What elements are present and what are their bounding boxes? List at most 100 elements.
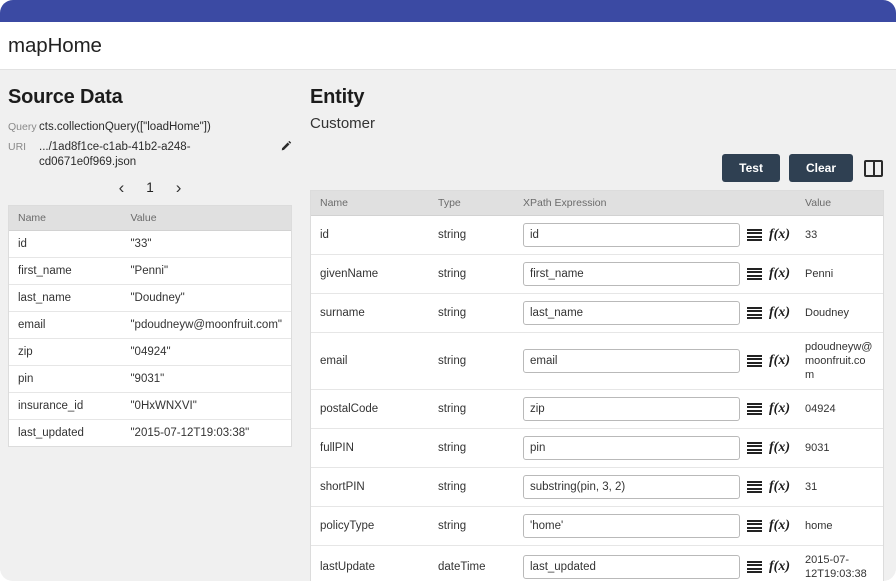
fx-icon[interactable]: f(x) [769,480,790,494]
source-cell-value: "9031" [121,365,291,393]
main-content: Source Data Query cts.collectionQuery(["… [0,70,896,581]
entity-toolbar: Test Clear [310,154,884,182]
xpath-input[interactable] [523,555,740,579]
table-row: id "33" [9,230,291,258]
fx-icon[interactable]: f(x) [769,402,790,416]
entity-col-header-xpath: XPath Expression [514,191,796,216]
entity-cell-type: string [429,428,514,468]
list-icon[interactable] [747,480,762,494]
source-meta: Query cts.collectionQuery(["loadHome"]) … [8,120,292,170]
entity-cell-value: pdoudneyw@moonfruit.com [796,332,883,390]
fx-icon[interactable]: f(x) [769,306,790,320]
xpath-input[interactable] [523,349,740,373]
list-icon[interactable] [747,267,762,281]
entity-cell-name: givenName [311,254,429,294]
entity-heading: Entity [310,86,365,108]
source-cell-value: "Doudney" [121,284,291,312]
title-bar: mapHome [0,22,896,70]
table-row: postalCodestring f(x) 04924 [311,389,883,429]
source-cell-value: "04924" [121,338,291,366]
table-row: surnamestring f(x) Doudney [311,293,883,333]
pencil-icon[interactable] [281,139,292,154]
list-icon[interactable] [747,228,762,242]
source-data-panel: Source Data Query cts.collectionQuery(["… [0,70,300,580]
table-row: first_name "Penni" [9,257,291,285]
source-table-body: id "33" first_name "Penni" last_name "Doudney… [9,230,291,447]
xpath-editor: f(x) [523,475,790,499]
table-row: lastUpdate dateTime f(x) 2015-07-12T19:03:3… [311,546,883,581]
entity-cell-name: surname [311,293,429,333]
xpath-editor: f(x) [523,223,790,247]
list-icon[interactable] [747,306,762,320]
xpath-input[interactable] [523,475,740,499]
entity-table: Name Type XPath Expression Value id strin… [311,191,883,581]
pager-page-number[interactable]: 1 [146,180,154,195]
list-icon[interactable] [747,402,762,416]
entity-cell-xpath: f(x) [514,254,796,294]
entity-cell-type: string [429,293,514,333]
clear-button[interactable]: Clear [788,154,853,182]
source-data-table-wrapper: Name Value id "33" first_name "Penni" last_n… [8,205,292,447]
xpath-input[interactable] [523,223,740,247]
entity-cell-value: 33 [796,215,883,255]
entity-cell-value: home [796,506,883,546]
xpath-input[interactable] [523,397,740,421]
list-icon[interactable] [747,560,762,574]
entity-cell-name: id [311,215,429,255]
source-cell-name: last_updated [18,427,84,439]
xpath-input[interactable] [523,262,740,286]
entity-cell-name: email [311,332,429,390]
source-pager: ‹ 1 › [8,179,292,196]
entity-cell-value: 2015-07-12T19:03:38 [805,554,867,580]
fx-icon[interactable]: f(x) [769,441,790,455]
source-header-row: Name Value [9,206,291,231]
source-data-heading: Source Data [8,86,123,108]
source-cell-name: id [9,230,122,258]
xpath-input[interactable] [523,301,740,325]
source-cell-name: last_name [9,284,122,312]
fx-icon[interactable]: f(x) [769,354,790,368]
list-icon[interactable] [747,519,762,533]
table-row: insurance_id "0HxWNXVI" [9,392,291,420]
table-row: givenNamestring f(x) Penni [311,254,883,294]
table-row: emailstring f(x) pdoudneyw@moonfruit.com [311,332,883,390]
chevron-left-icon[interactable]: ‹ [119,179,125,196]
entity-cell-name: policyType [311,506,429,546]
entity-table-head: Name Type XPath Expression Value [311,191,883,216]
source-cell-value: "0HxWNXVI" [121,392,291,420]
entity-cell-type: dateTime [438,561,486,573]
entity-cell-name: postalCode [311,389,429,429]
query-value: cts.collectionQuery(["loadHome"]) [39,121,211,133]
entity-col-header-value: Value [796,191,883,216]
page-title: mapHome [8,33,102,57]
fx-icon[interactable]: f(x) [769,267,790,281]
source-cell-name: zip [9,338,122,366]
list-icon[interactable] [747,354,762,368]
entity-cell-xpath: f(x) [514,506,796,546]
xpath-input[interactable] [523,436,740,460]
entity-cell-value: Doudney [796,293,883,333]
source-cell-value: "33" [121,230,291,258]
test-button[interactable]: Test [722,154,780,182]
source-cell-name: email [9,311,122,339]
xpath-editor: f(x) [523,262,790,286]
window-accent-bar [0,0,896,22]
list-icon[interactable] [747,441,762,455]
xpath-input[interactable] [523,514,740,538]
entity-table-wrapper: Name Type XPath Expression Value id strin… [310,190,884,581]
entity-cell-name: fullPIN [311,428,429,468]
uri-value: .../1ad8f1ce-c1ab-41b2-a248-cd0671e0f969… [39,141,191,168]
source-cell-value: "Penni" [121,257,291,285]
source-col-header-name: Name [9,206,122,231]
application-window: mapHome Source Data Query cts.collection… [0,0,896,581]
fx-icon[interactable]: f(x) [769,228,790,242]
chevron-right-icon[interactable]: › [176,179,182,196]
table-row: policyTypestring f(x) home [311,506,883,546]
fx-icon[interactable]: f(x) [769,560,790,574]
entity-cell-xpath: f(x) [514,546,796,581]
entity-cell-value: 31 [796,467,883,507]
entity-cell-type: string [429,506,514,546]
fx-icon[interactable]: f(x) [769,519,790,533]
table-row: email "pdoudneyw@moonfruit.com" [9,311,291,339]
split-pane-icon[interactable] [864,159,883,177]
